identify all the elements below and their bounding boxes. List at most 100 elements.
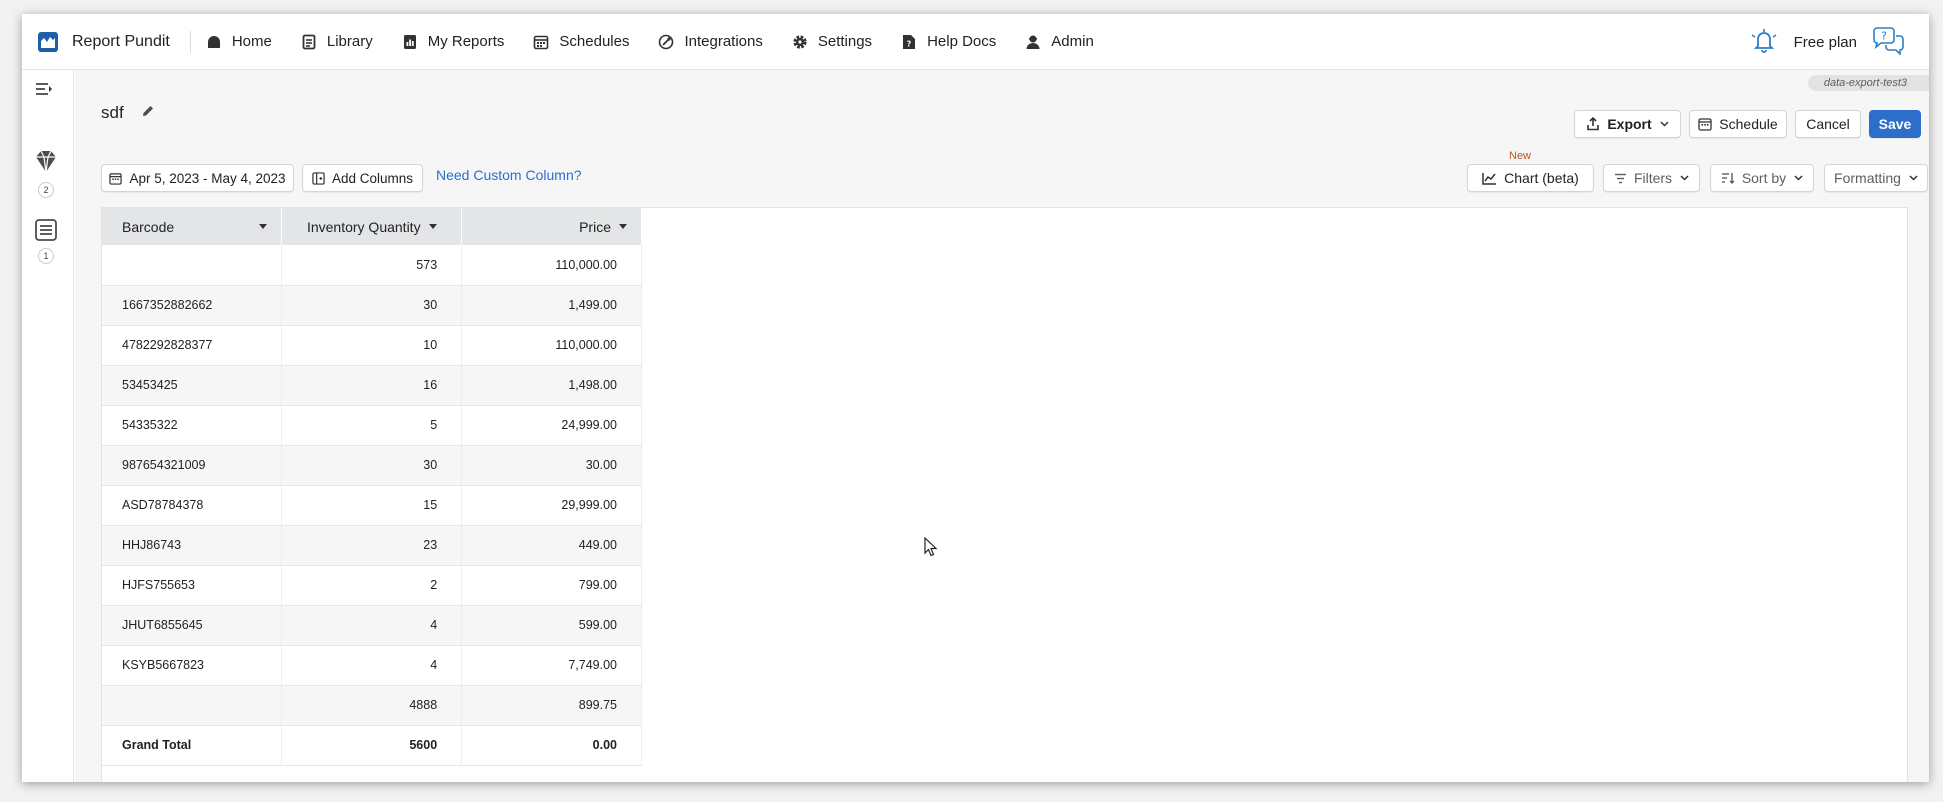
table-header-row: Barcode Inventory Quantity Price xyxy=(102,208,642,245)
table-row: 1667352882662 30 1,499.00 xyxy=(102,285,642,326)
chevron-down-icon xyxy=(1909,175,1918,181)
chevron-down-icon xyxy=(1660,121,1669,127)
nav-integrations[interactable]: Integrations xyxy=(657,33,763,51)
cell-inventory-quantity: 30 xyxy=(281,285,463,326)
nav-settings[interactable]: Settings xyxy=(791,33,872,51)
cell-barcode: JHUT6855645 xyxy=(102,605,283,646)
cell-barcode: 53453425 xyxy=(102,365,283,406)
date-range-picker[interactable]: Apr 5, 2023 - May 4, 2023 xyxy=(101,164,294,192)
sort-caret-icon[interactable] xyxy=(619,224,627,229)
cell-barcode: 987654321009 xyxy=(102,445,283,486)
table-row: 987654321009 30 30.00 xyxy=(102,445,642,486)
chart-beta-button[interactable]: Chart (beta) xyxy=(1467,164,1594,192)
gem-icon[interactable] xyxy=(33,148,59,177)
report-pundit-logo-icon xyxy=(38,31,58,52)
cell-price: 29,999.00 xyxy=(461,485,642,526)
nav-library[interactable]: Library xyxy=(300,33,373,51)
cell-inventory-quantity: 2 xyxy=(281,565,463,606)
new-badge: New xyxy=(1509,150,1532,162)
nav-admin[interactable]: Admin xyxy=(1024,33,1094,51)
report-name[interactable]: sdf xyxy=(101,103,124,123)
cell-grand-total-label: Grand Total xyxy=(102,725,283,766)
report-editor: data-export-test3 sdf Export Schedule Ca… xyxy=(75,70,1929,782)
filter-icon xyxy=(1614,173,1627,184)
library-icon xyxy=(300,33,318,51)
nav-label: Schedules xyxy=(559,33,630,50)
cell-barcode: 4782292828377 xyxy=(102,325,283,366)
left-rail: 2 1 xyxy=(22,70,74,782)
nav-label: Admin xyxy=(1051,33,1094,50)
cell-barcode: HJFS755653 xyxy=(102,565,283,606)
add-column-icon xyxy=(312,171,325,185)
top-navigation: Report Pundit Home Library My Reports Sc… xyxy=(22,14,1929,70)
gear-icon xyxy=(791,33,809,51)
nav-label: Settings xyxy=(817,33,873,50)
schedule-button[interactable]: Schedule xyxy=(1689,110,1787,138)
alarm-bell-icon[interactable] xyxy=(1750,28,1778,57)
nav-label: Home xyxy=(231,33,272,50)
plan-label[interactable]: Free plan xyxy=(1794,34,1857,51)
nav-my-reports[interactable]: My Reports xyxy=(401,33,505,51)
report-table-panel: Barcode Inventory Quantity Price 573 110… xyxy=(101,207,1908,782)
need-custom-column-link[interactable]: Need Custom Column? xyxy=(436,167,582,183)
list-icon[interactable] xyxy=(34,218,58,245)
list-count-badge: 1 xyxy=(38,248,54,264)
column-header-barcode[interactable]: Barcode xyxy=(102,208,283,245)
pencil-edit-icon[interactable] xyxy=(141,104,155,121)
export-button[interactable]: Export xyxy=(1574,110,1681,138)
table-row: 4888 899.75 xyxy=(102,685,642,726)
cell-inventory-quantity: 10 xyxy=(281,325,463,366)
filters-button[interactable]: Filters xyxy=(1603,164,1700,192)
nav-schedules[interactable]: Schedules xyxy=(532,33,629,51)
cell-price: 899.75 xyxy=(461,685,642,726)
cell-price: 599.00 xyxy=(461,605,642,646)
report-table: Barcode Inventory Quantity Price 573 110… xyxy=(102,208,642,766)
cancel-button[interactable]: Cancel xyxy=(1795,110,1861,138)
nav-help-docs[interactable]: ? Help Docs xyxy=(900,33,996,51)
cell-inventory-quantity: 4 xyxy=(281,605,463,646)
grand-total-row: Grand Total 5600 0.00 xyxy=(102,725,642,766)
cell-barcode xyxy=(102,685,283,726)
formatting-button[interactable]: Formatting xyxy=(1824,164,1928,192)
nav-home[interactable]: Home xyxy=(205,33,272,51)
column-header-inventory-quantity[interactable]: Inventory Quantity xyxy=(281,208,463,245)
sort-caret-icon[interactable] xyxy=(428,224,437,229)
cell-inventory-quantity: 16 xyxy=(281,365,463,406)
table-row: HJFS755653 2 799.00 xyxy=(102,565,642,606)
cell-price: 110,000.00 xyxy=(461,245,642,286)
export-upload-icon xyxy=(1586,117,1600,131)
support-chat-icon[interactable]: ? xyxy=(1871,26,1905,58)
admin-icon xyxy=(1024,33,1042,51)
cell-price: 1,498.00 xyxy=(461,365,642,406)
save-button[interactable]: Save xyxy=(1869,110,1921,138)
table-row: KSYB5667823 4 7,749.00 xyxy=(102,645,642,686)
gem-count-badge: 2 xyxy=(38,182,54,198)
cell-total-quantity: 5600 xyxy=(281,725,463,766)
cell-price: 30.00 xyxy=(461,445,642,486)
brand[interactable]: Report Pundit xyxy=(22,14,170,69)
cell-total-price: 0.00 xyxy=(461,725,642,766)
add-columns-button[interactable]: Add Columns xyxy=(302,164,423,192)
nav-label: Help Docs xyxy=(927,33,997,50)
cell-inventory-quantity: 5 xyxy=(281,405,463,446)
expand-sidebar-icon[interactable] xyxy=(34,81,54,100)
table-row: 54335322 5 24,999.00 xyxy=(102,405,642,446)
cell-price: 1,499.00 xyxy=(461,285,642,326)
mouse-cursor-icon xyxy=(924,536,938,560)
cell-price: 24,999.00 xyxy=(461,405,642,446)
sort-by-button[interactable]: Sort by xyxy=(1710,164,1814,192)
calendar-icon xyxy=(109,172,123,185)
cell-barcode xyxy=(102,245,283,286)
help-docs-icon: ? xyxy=(900,33,918,51)
cell-price: 110,000.00 xyxy=(461,325,642,366)
column-header-price[interactable]: Price xyxy=(461,208,642,245)
app-window: Report Pundit Home Library My Reports Sc… xyxy=(22,14,1929,782)
sort-icon xyxy=(1721,172,1735,184)
table-row: HHJ86743 23 449.00 xyxy=(102,525,642,566)
nav-label: Integrations xyxy=(684,33,763,50)
cell-inventory-quantity: 573 xyxy=(281,245,463,286)
svg-text:?: ? xyxy=(1881,29,1887,42)
nav-label: My Reports xyxy=(427,33,505,50)
chevron-down-icon xyxy=(1794,175,1803,181)
sort-caret-icon[interactable] xyxy=(259,224,268,229)
